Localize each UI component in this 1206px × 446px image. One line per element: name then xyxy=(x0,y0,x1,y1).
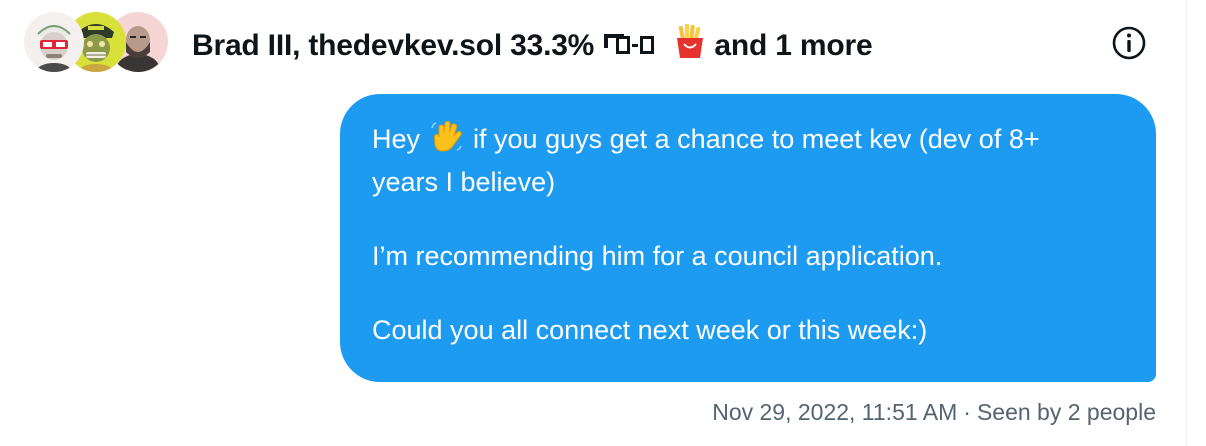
meta-separator: · xyxy=(963,399,971,425)
seen-status: Seen by 2 people xyxy=(976,399,1156,425)
sunglasses-kaomoji-icon xyxy=(602,28,674,67)
dm-conversation-view: Brad III, thedevkev.sol 33.3% and 1 more… xyxy=(0,0,1206,446)
message-paragraph: I’m recommending him for a council appli… xyxy=(372,241,943,271)
group-avatars[interactable] xyxy=(24,10,174,74)
title-more: and 1 more xyxy=(706,29,873,62)
message-text: Hey xyxy=(372,124,428,154)
info-icon[interactable] xyxy=(1110,24,1148,62)
message-line: years I believe) xyxy=(372,167,556,197)
message-meta: Nov 29, 2022, 11:51 AM · Seen by 2 people xyxy=(712,399,1156,426)
conversation-header[interactable]: Brad III, thedevkev.sol 33.3% and 1 more xyxy=(24,10,1164,74)
message-bubble[interactable]: Hey if you guys get a chance to meet kev… xyxy=(340,94,1156,382)
message-paragraph: Could you all connect next week or this … xyxy=(372,315,928,345)
message-text: if you guys get a chance to meet kev (de… xyxy=(465,124,1040,154)
avatar[interactable] xyxy=(24,12,84,72)
message-timestamp: Nov 29, 2022, 11:51 AM xyxy=(712,399,958,425)
conversation-info-button[interactable] xyxy=(1110,24,1148,62)
message-line: Hey if you guys get a chance to meet kev… xyxy=(372,120,1124,164)
french-fries-icon xyxy=(674,24,706,67)
panel-divider xyxy=(1186,0,1187,446)
waving-hand-icon xyxy=(430,120,464,164)
title-names: Brad III, thedevkev.sol 33.3% xyxy=(192,29,603,62)
conversation-title[interactable]: Brad III, thedevkev.sol 33.3% and 1 more xyxy=(192,24,873,67)
